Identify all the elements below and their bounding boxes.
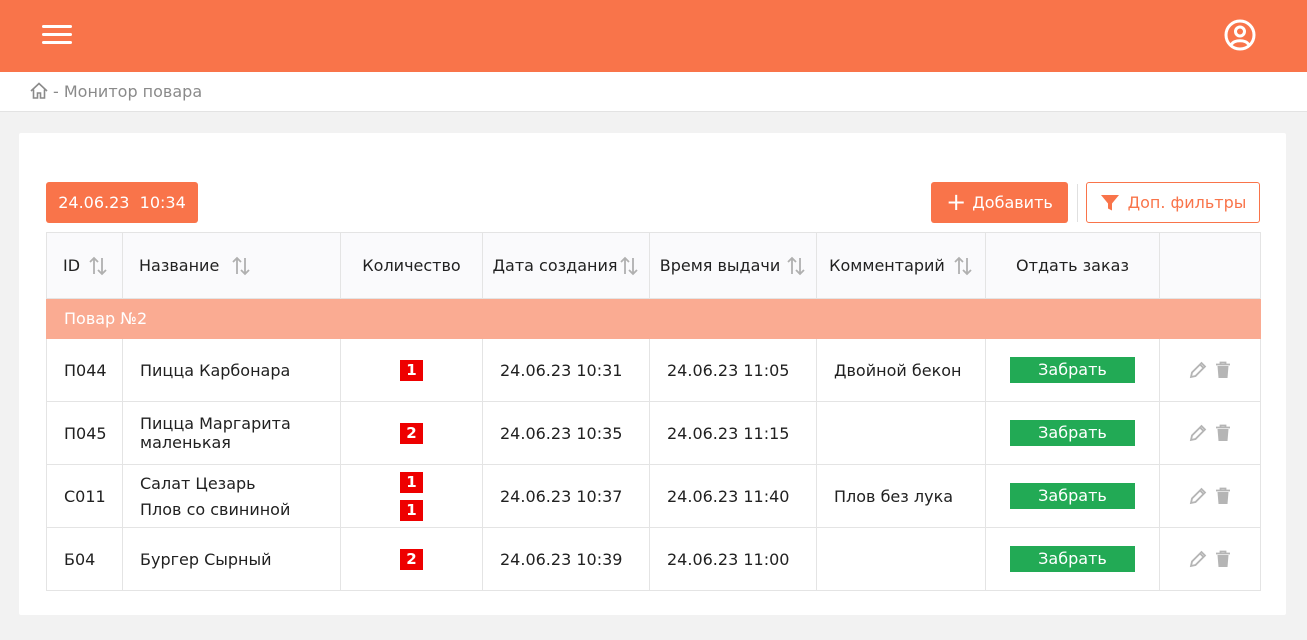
- sort-icon[interactable]: [619, 255, 639, 277]
- add-button-label: Добавить: [972, 193, 1053, 212]
- top-bar: [0, 0, 1307, 72]
- issue-time: 24.06.23 11:15: [649, 401, 817, 465]
- add-button[interactable]: + Добавить: [931, 182, 1068, 223]
- created-time: 24.06.23 10:39: [482, 527, 650, 591]
- order-comment: Двойной бекон: [816, 338, 986, 402]
- breadcrumb-separator: -: [53, 81, 59, 101]
- pencil-icon[interactable]: [1189, 487, 1207, 505]
- breadcrumb-current: Монитор повара: [63, 81, 203, 101]
- created-time: 24.06.23 10:31: [482, 338, 650, 402]
- datetime-badge: 24.06.23 10:34: [46, 182, 198, 223]
- header-created: Дата создания: [482, 232, 650, 299]
- trash-icon[interactable]: [1215, 550, 1231, 568]
- sort-icon[interactable]: [786, 255, 806, 277]
- table-row[interactable]: П044 Пицца Карбонара 1 24.06.23 10:31 24…: [46, 338, 1261, 402]
- header-comment: Комментарий: [816, 232, 986, 299]
- order-comment: [816, 527, 986, 591]
- issue-time: 24.06.23 11:05: [649, 338, 817, 402]
- breadcrumb: - Монитор повара: [29, 81, 202, 101]
- item-name: Салат Цезарь: [140, 473, 256, 493]
- issue-time: 24.06.23 11:40: [649, 464, 817, 528]
- filters-button-label: Доп. фильтры: [1127, 193, 1247, 212]
- breadcrumb-bar: - Монитор повара: [0, 72, 1307, 112]
- take-order-button[interactable]: Забрать: [1010, 357, 1135, 383]
- trash-icon[interactable]: [1215, 424, 1231, 442]
- sort-icon[interactable]: [953, 255, 973, 277]
- header-name: Название: [122, 232, 341, 299]
- table-row[interactable]: П045 Пицца Маргарита маленькая 2 24.06.2…: [46, 401, 1261, 465]
- trash-icon[interactable]: [1215, 487, 1231, 505]
- item-name: Бургер Сырный: [122, 527, 341, 591]
- toolbar-separator: [1077, 184, 1078, 222]
- header-id: ID: [46, 232, 123, 299]
- menu-icon[interactable]: [40, 21, 74, 47]
- sort-icon[interactable]: [231, 255, 251, 277]
- quantity-badge: 1: [400, 359, 423, 381]
- plus-icon: +: [946, 187, 967, 216]
- group-label: Повар №2: [46, 298, 1261, 339]
- filters-button[interactable]: Доп. фильтры: [1086, 182, 1260, 223]
- take-order-button[interactable]: Забрать: [1010, 420, 1135, 446]
- orders-table: ID Название Количество Дата создания Вре…: [46, 232, 1261, 591]
- pencil-icon[interactable]: [1189, 424, 1207, 442]
- order-id: П044: [46, 338, 123, 402]
- take-order-button[interactable]: Забрать: [1010, 483, 1135, 509]
- trash-icon[interactable]: [1215, 361, 1231, 379]
- pencil-icon[interactable]: [1189, 550, 1207, 568]
- item-name: Плов со свининой: [140, 499, 291, 519]
- quantity-badge: 1: [400, 499, 423, 521]
- sort-icon[interactable]: [88, 255, 108, 277]
- created-time: 24.06.23 10:35: [482, 401, 650, 465]
- header-issued: Время выдачи: [649, 232, 817, 299]
- header-give: Отдать заказ: [985, 232, 1160, 299]
- item-name: Пицца Карбонара: [122, 338, 341, 402]
- header-actions: [1159, 232, 1261, 299]
- order-id: П045: [46, 401, 123, 465]
- table-header-row: ID Название Количество Дата создания Вре…: [46, 232, 1261, 299]
- user-icon[interactable]: [1223, 18, 1257, 52]
- issue-time: 24.06.23 11:00: [649, 527, 817, 591]
- order-comment: Плов без лука: [816, 464, 986, 528]
- quantity-badge: 2: [400, 422, 423, 444]
- item-name: Пицца Маргарита маленькая: [122, 401, 341, 465]
- table-row[interactable]: С011 Салат Цезарь Плов со свининой 1 1 2…: [46, 464, 1261, 528]
- group-row: Повар №2: [46, 298, 1261, 339]
- table-row[interactable]: Б04 Бургер Сырный 2 24.06.23 10:39 24.06…: [46, 527, 1261, 591]
- created-time: 24.06.23 10:37: [482, 464, 650, 528]
- quantity-badge: 1: [400, 471, 423, 493]
- filter-icon: [1100, 194, 1119, 210]
- quantity-badge: 2: [400, 548, 423, 570]
- take-order-button[interactable]: Забрать: [1010, 546, 1135, 572]
- order-id: Б04: [46, 527, 123, 591]
- header-qty: Количество: [340, 232, 483, 299]
- home-icon[interactable]: [29, 81, 49, 101]
- order-id: С011: [46, 464, 123, 528]
- order-comment: [816, 401, 986, 465]
- pencil-icon[interactable]: [1189, 361, 1207, 379]
